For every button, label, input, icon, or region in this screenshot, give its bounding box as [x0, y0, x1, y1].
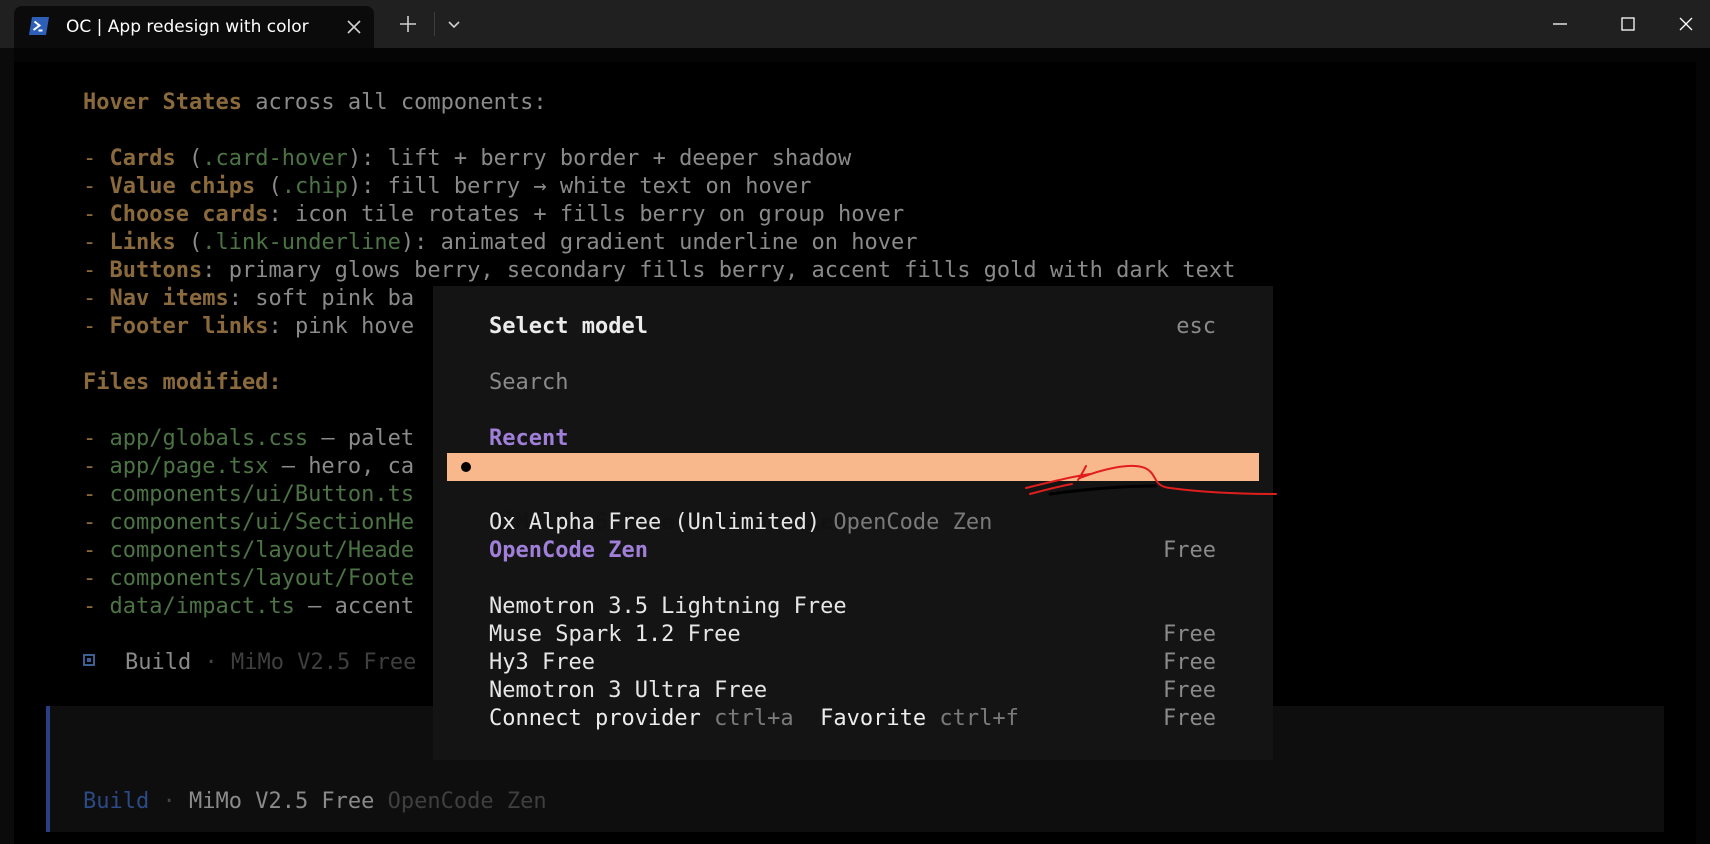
model-option[interactable]: Hy3 Free Free — [447, 621, 1259, 703]
section-opencode-zen: OpenCode Zen — [489, 538, 648, 563]
file-item: - app/page.tsx – hero, ca — [83, 454, 415, 479]
file-item: - components/layout/Heade — [83, 538, 415, 563]
minimize-icon[interactable] — [1544, 8, 1576, 40]
connect-provider-action[interactable]: Connect provider — [489, 706, 701, 731]
file-item: - data/impact.ts – accent — [83, 594, 415, 619]
favorite-action[interactable]: Favorite — [820, 706, 926, 731]
new-tab-icon[interactable] — [396, 12, 420, 36]
selected-bullet-icon — [461, 462, 471, 472]
title-bar: OC | App redesign with color — [0, 0, 1710, 48]
provider-label: OpenCode Zen — [387, 789, 547, 814]
build-status-icon — [83, 654, 95, 666]
model-label[interactable]: MiMo V2.5 Free — [189, 789, 374, 814]
list-item: - Nav items: soft pink ba — [83, 286, 415, 311]
hover-states-heading: Hover States across all components: — [83, 90, 547, 115]
dialog-footer: Connect provider ctrl+a Favorite ctrl+f — [489, 706, 1019, 731]
list-item: - Footer links: pink hove — [83, 314, 415, 339]
dialog-title: Select model — [489, 314, 648, 339]
tab-title: OC | App redesign with color — [66, 17, 309, 37]
section-recent: Recent — [489, 426, 569, 451]
close-window-icon[interactable] — [1670, 8, 1702, 40]
list-item: - Buttons: primary glows berry, secondar… — [83, 258, 1236, 283]
search-input[interactable]: Search — [489, 369, 568, 397]
tab-separator — [434, 12, 435, 36]
list-item: - Cards (.card-hover): lift + berry bord… — [83, 146, 852, 171]
select-model-dialog: Select model esc Search Recent MiMo V2.5… — [433, 286, 1273, 760]
red-annotation-scribble — [1025, 464, 1277, 496]
input-status-line: Build · MiMo V2.5 Free OpenCode Zen — [83, 789, 547, 814]
files-heading: Files modified: — [83, 370, 282, 395]
model-option[interactable]: Nemotron 3 Ultra Free Free — [447, 649, 1259, 731]
powershell-icon — [28, 15, 50, 37]
input-accent-bar — [46, 706, 50, 832]
close-tab-icon[interactable] — [344, 17, 364, 37]
esc-hint[interactable]: esc — [1176, 313, 1216, 341]
file-item: - components/ui/Button.ts — [83, 482, 415, 507]
file-item: - components/layout/Foote — [83, 566, 415, 591]
mode-label[interactable]: Build — [83, 789, 149, 814]
list-item: - Choose cards: icon tile rotates + fill… — [83, 202, 905, 227]
maximize-icon[interactable] — [1612, 8, 1644, 40]
file-item: - app/globals.css – palet — [83, 426, 415, 451]
tab-active[interactable]: OC | App redesign with color — [14, 6, 374, 48]
file-item: - components/ui/SectionHe — [83, 510, 415, 535]
status-line: Build · MiMo V2.5 Free — [125, 650, 417, 675]
list-item: - Value chips (.chip): fill berry → whit… — [83, 174, 812, 199]
model-option[interactable]: Muse Spark 1.2 Free Free — [447, 593, 1259, 675]
list-item: - Links (.link-underline): animated grad… — [83, 230, 918, 255]
model-option[interactable]: Nemotron 3.5 Lightning Free Free — [447, 565, 1259, 647]
dropdown-chevron-icon[interactable] — [444, 14, 464, 34]
